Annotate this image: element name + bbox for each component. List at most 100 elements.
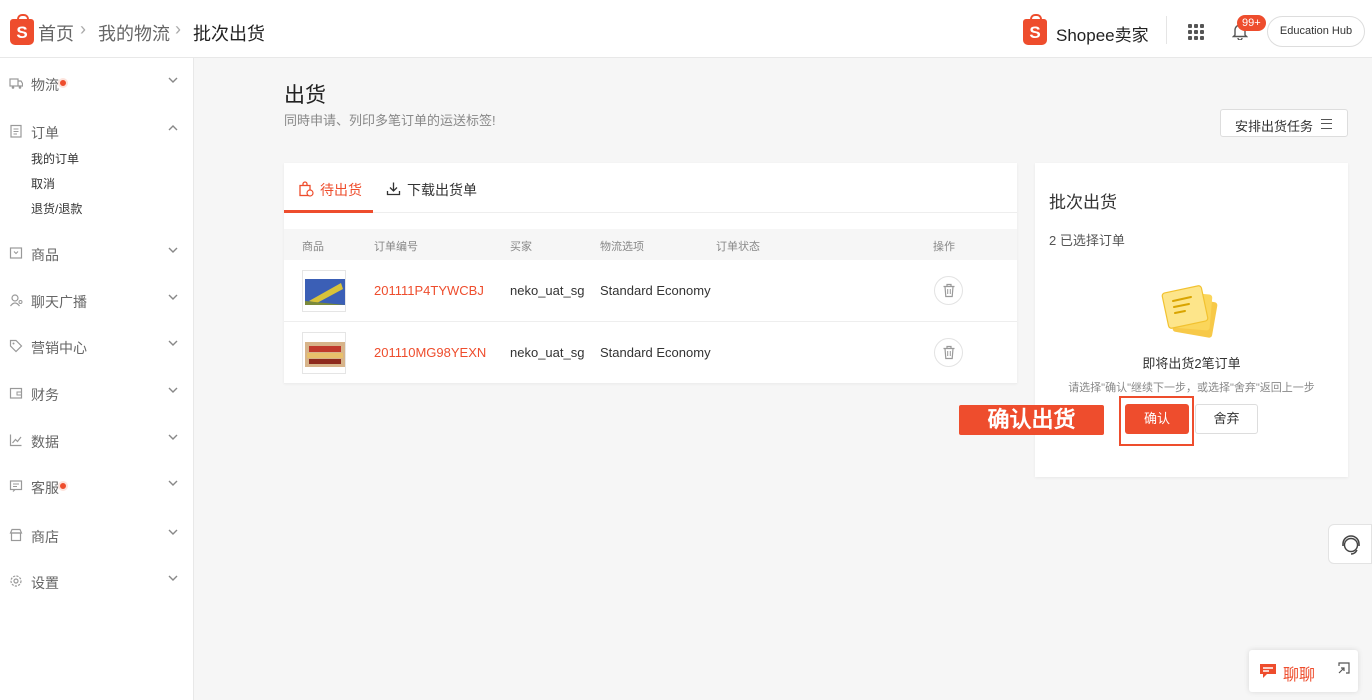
sidebar-item-label: 订单: [31, 125, 59, 141]
sidebar: 物流 订单 我的订单 取消 退货/退款 商品 聊天广播 营销中心 财务 数据 客…: [0, 58, 194, 700]
sidebar-item-label: 商店: [31, 529, 59, 545]
upcoming-shipment-text: 即将出货2笔订单: [1142, 356, 1241, 371]
chevron-down-icon[interactable]: [167, 337, 179, 349]
page-subtitle: 同時申请、列印多笔订单的运送标签!: [284, 113, 496, 128]
table-header: 商品 订单编号 买家 物流选项 订单状态 操作: [284, 229, 1017, 260]
discard-button[interactable]: 舍弃: [1195, 404, 1258, 434]
column-header: 商品: [302, 241, 324, 253]
product-thumbnail: [302, 332, 346, 374]
sidebar-item-customer-service[interactable]: 客服: [0, 474, 194, 500]
sidebar-item-label: 商品: [31, 247, 59, 263]
sidebar-item-label: 数据: [31, 434, 59, 450]
box-icon: [9, 247, 23, 259]
chevron-down-icon[interactable]: [167, 74, 179, 86]
table-row: 201110MG98YEXN neko_uat_sg Standard Econ…: [284, 322, 1017, 384]
tag-icon: [9, 339, 23, 353]
chevron-down-icon[interactable]: [167, 572, 179, 584]
chevron-down-icon[interactable]: [167, 291, 179, 303]
sidebar-item-label: 财务: [31, 387, 59, 403]
megaphone-icon: [10, 294, 23, 307]
tab-label: 下载出货单: [407, 182, 477, 198]
sidebar-item-label: 营销中心: [31, 340, 87, 356]
chart-icon: [9, 434, 22, 447]
sidebar-item-label: 客服: [31, 480, 59, 496]
brand-name: Shopee卖家: [1056, 26, 1149, 45]
sidebar-item-logistics[interactable]: 物流: [0, 71, 194, 97]
buyer-name: neko_uat_sg: [510, 345, 585, 360]
support-button[interactable]: [1328, 524, 1372, 564]
column-header: 物流选项: [600, 241, 644, 253]
breadcrumb-separator-icon: ›: [175, 19, 181, 39]
confirm-button[interactable]: 确认: [1125, 404, 1189, 434]
sidebar-subitem-returns[interactable]: 退货/退款: [31, 200, 82, 217]
headset-icon: [1342, 535, 1360, 555]
sidebar-item-products[interactable]: 商品: [0, 241, 194, 267]
shopee-brand-logo-icon: S: [1023, 14, 1047, 45]
instruction-text: 请选择"确认"继续下一步，或选择"舍弃"返回上一步: [1068, 382, 1315, 394]
chevron-down-icon[interactable]: [167, 431, 179, 443]
trash-icon: [943, 283, 955, 298]
chevron-up-icon[interactable]: [167, 122, 179, 134]
sidebar-item-data[interactable]: 数据: [0, 428, 194, 454]
clipboard-icon: [10, 124, 22, 138]
arrange-shipment-label: 安排出货任务: [1235, 119, 1314, 134]
apps-grid-icon[interactable]: [1188, 24, 1204, 40]
gear-icon: [10, 575, 22, 587]
chevron-down-icon[interactable]: [167, 244, 179, 256]
active-tab-indicator: [284, 210, 373, 213]
card-title: 批次出货: [1049, 193, 1117, 212]
expand-icon[interactable]: [1338, 662, 1350, 674]
tab-label: 待出货: [320, 182, 362, 198]
shop-icon: [9, 528, 23, 542]
sidebar-item-label: 设置: [31, 575, 59, 591]
package-icon: [299, 181, 314, 197]
sidebar-item-marketing[interactable]: 营销中心: [0, 334, 194, 360]
sidebar-item-finance[interactable]: 财务: [0, 381, 194, 407]
documents-illustration-icon: [1161, 285, 1218, 338]
breadcrumb-home[interactable]: 首页: [38, 20, 74, 46]
column-header: 买家: [510, 241, 532, 253]
chevron-down-icon[interactable]: [167, 526, 179, 538]
sidebar-item-label: 物流: [31, 77, 59, 93]
top-header: S 首页 › 我的物流 › 批次出货 S Shopee卖家 99+ Educat…: [0, 0, 1372, 58]
alert-dot: [58, 78, 68, 88]
download-icon: [386, 182, 401, 196]
table-row: 201111P4TYWCBJ neko_uat_sg Standard Econ…: [284, 260, 1017, 322]
column-header: 操作: [933, 241, 955, 253]
message-icon: [9, 480, 23, 492]
wallet-icon: [9, 387, 23, 399]
shopee-logo-icon[interactable]: S: [10, 14, 34, 45]
education-hub-button[interactable]: Education Hub: [1267, 16, 1365, 47]
buyer-name: neko_uat_sg: [510, 283, 585, 298]
sidebar-item-broadcast[interactable]: 聊天广播: [0, 288, 194, 314]
alert-dot: [58, 481, 68, 491]
shipping-option: Standard Economy: [600, 345, 711, 360]
confirm-shipment-callout: 确认出货: [959, 405, 1104, 435]
arrange-shipment-button[interactable]: 安排出货任务: [1220, 109, 1348, 137]
order-id-link[interactable]: 201110MG98YEXN: [374, 345, 486, 360]
sidebar-item-label: 聊天广播: [31, 294, 87, 310]
column-header: 订单状态: [716, 241, 760, 253]
breadcrumb-logistics[interactable]: 我的物流: [98, 20, 170, 46]
chat-bubble-icon: [1260, 664, 1276, 678]
header-divider: [1166, 16, 1167, 44]
shipping-option: Standard Economy: [600, 283, 711, 298]
order-id-link[interactable]: 201111P4TYWCBJ: [374, 283, 484, 298]
notification-badge: 99+: [1237, 15, 1266, 31]
sidebar-item-settings[interactable]: 设置: [0, 569, 194, 595]
delete-button[interactable]: [934, 276, 963, 305]
breadcrumb-current: 批次出货: [193, 24, 265, 44]
delete-button[interactable]: [934, 338, 963, 367]
column-header: 订单编号: [374, 241, 418, 253]
sidebar-item-orders[interactable]: 订单: [0, 119, 194, 145]
tab-bar: 待出货 下载出货单: [284, 163, 1017, 213]
truck-icon: [9, 78, 23, 89]
trash-icon: [943, 345, 955, 360]
sidebar-item-shop[interactable]: 商店: [0, 523, 194, 549]
chevron-down-icon[interactable]: [167, 384, 179, 396]
sidebar-subitem-my-orders[interactable]: 我的订单: [31, 150, 79, 167]
chevron-down-icon[interactable]: [167, 477, 179, 489]
chat-button[interactable]: 聊聊: [1249, 650, 1358, 692]
product-thumbnail: [302, 270, 346, 312]
sidebar-subitem-cancel[interactable]: 取消: [31, 175, 55, 192]
